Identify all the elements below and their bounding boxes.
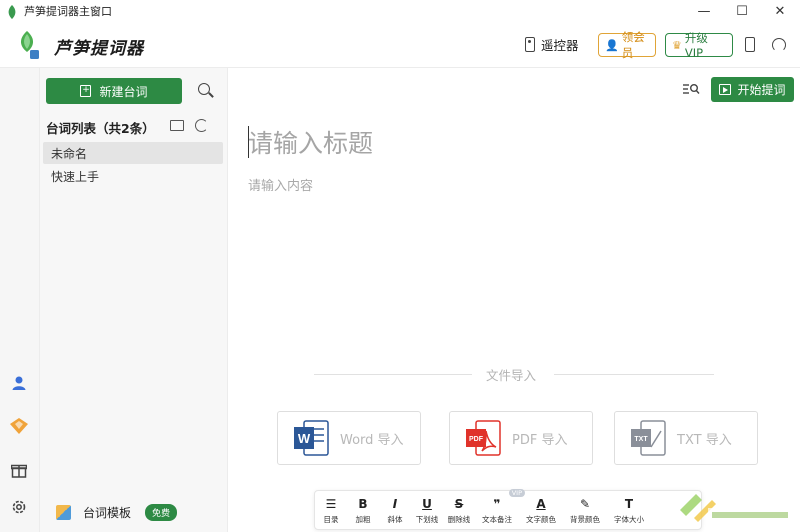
italic-label: 斜体 bbox=[387, 514, 403, 524]
play-icon bbox=[719, 84, 732, 95]
toc-label: 目录 bbox=[323, 514, 339, 524]
strikethrough-button[interactable]: S 删除线 bbox=[443, 491, 475, 529]
strikethrough-icon: S bbox=[454, 496, 464, 511]
font-size-label: 字体大小 bbox=[614, 514, 644, 524]
text-color-label: 文字颜色 bbox=[526, 514, 556, 524]
add-file-icon: + bbox=[80, 85, 92, 97]
svg-text:PDF: PDF bbox=[469, 436, 484, 443]
pdf-import-label: PDF 导入 bbox=[512, 432, 568, 448]
crown-icon: ♛ bbox=[672, 38, 682, 52]
highlight-icon: ✎ bbox=[579, 496, 591, 511]
add-folder-icon[interactable] bbox=[170, 120, 184, 131]
script-sidebar: + 新建台词 台词列表（共2条） 未命名 快速上手 台词模板 免费 bbox=[40, 68, 228, 532]
text-color-button[interactable]: A 文字颜色 bbox=[519, 491, 563, 529]
bold-button[interactable]: B 加粗 bbox=[347, 491, 379, 529]
editor-area: 开始提词 请输入标题 请输入内容 文件导入 W Word 导入 PDF PDF … bbox=[228, 68, 800, 532]
italic-button[interactable]: I 斜体 bbox=[379, 491, 411, 529]
file-import-label: 文件导入 bbox=[486, 368, 537, 383]
upgrade-vip-button[interactable]: ♛ 升级VIP bbox=[665, 31, 733, 60]
title-bar: 芦笋提词器主窗口 — ☐ ✕ bbox=[0, 0, 800, 22]
svg-text:TXT: TXT bbox=[634, 436, 648, 443]
template-cube-icon bbox=[56, 505, 71, 520]
format-toolbar: ☰ 目录 B 加粗 I 斜体 U 下划线 S 删除线 ❞ 文本备注 VIP A … bbox=[314, 489, 702, 530]
settings-gear-icon[interactable] bbox=[10, 498, 28, 516]
template-label: 台词模板 bbox=[83, 506, 132, 520]
phone-icon[interactable] bbox=[745, 37, 755, 52]
list-icon: ☰ bbox=[325, 496, 337, 511]
italic-icon: I bbox=[392, 496, 398, 511]
asparagus-logo-icon bbox=[14, 30, 40, 60]
remote-control-button[interactable]: 遥控器 bbox=[525, 35, 579, 54]
maximize-button[interactable]: ☐ bbox=[724, 0, 760, 22]
script-templates-link[interactable]: 台词模板 免费 bbox=[56, 504, 178, 521]
remote-label: 遥控器 bbox=[541, 38, 579, 53]
window-title: 芦笋提词器主窗口 bbox=[24, 5, 112, 18]
script-list-title: 台词列表（共2条） bbox=[46, 121, 155, 136]
refresh-icon[interactable] bbox=[195, 119, 208, 132]
headset-icon[interactable] bbox=[772, 38, 786, 52]
txt-icon: TXT bbox=[629, 419, 667, 457]
minimize-button[interactable]: — bbox=[686, 0, 722, 22]
text-color-icon: A bbox=[536, 496, 546, 511]
start-prompting-button[interactable]: 开始提词 bbox=[711, 77, 794, 102]
vip-diamond-icon[interactable] bbox=[10, 417, 28, 435]
divider-left bbox=[314, 374, 472, 375]
start-prompting-label: 开始提词 bbox=[737, 83, 786, 97]
toc-button[interactable]: ☰ 目录 bbox=[315, 491, 347, 529]
pdf-icon: PDF bbox=[464, 419, 502, 457]
background-color-label: 背景颜色 bbox=[570, 514, 600, 524]
txt-import-button[interactable]: TXT TXT 导入 bbox=[614, 411, 758, 465]
member-label: 领会员 bbox=[621, 30, 645, 60]
quote-icon: ❞ bbox=[493, 496, 501, 511]
title-input[interactable]: 请输入标题 bbox=[248, 124, 373, 160]
site-watermark bbox=[672, 484, 800, 532]
find-in-text-icon[interactable] bbox=[682, 82, 700, 99]
app-header: 芦笋提词器 遥控器 👤 领会员 ♛ 升级VIP bbox=[0, 22, 800, 68]
underline-button[interactable]: U 下划线 bbox=[411, 491, 443, 529]
underline-icon: U bbox=[422, 496, 432, 511]
new-script-label: 新建台词 bbox=[99, 84, 148, 99]
bold-label: 加粗 bbox=[355, 514, 371, 524]
remote-icon bbox=[525, 37, 535, 52]
app-logo-icon bbox=[6, 4, 18, 19]
font-size-button[interactable]: T 字体大小 bbox=[607, 491, 651, 529]
close-button[interactable]: ✕ bbox=[762, 0, 798, 22]
left-rail bbox=[0, 68, 40, 532]
word-import-button[interactable]: W Word 导入 bbox=[277, 411, 421, 465]
gift-icon[interactable] bbox=[10, 461, 28, 479]
text-note-label: 文本备注 bbox=[482, 514, 512, 524]
pdf-import-button[interactable]: PDF PDF 导入 bbox=[449, 411, 593, 465]
font-size-icon: T bbox=[624, 496, 634, 511]
divider-right bbox=[554, 374, 714, 375]
background-color-button[interactable]: ✎ 背景颜色 bbox=[563, 491, 607, 529]
txt-import-label: TXT 导入 bbox=[677, 432, 732, 448]
word-import-label: Word 导入 bbox=[340, 432, 404, 448]
free-badge: 免费 bbox=[145, 504, 178, 521]
user-plus-icon: 👤 bbox=[605, 38, 619, 52]
list-item-quick-start[interactable]: 快速上手 bbox=[43, 165, 223, 187]
text-note-button[interactable]: ❞ 文本备注 VIP bbox=[475, 489, 525, 529]
bold-icon: B bbox=[358, 496, 368, 511]
word-icon: W bbox=[292, 419, 330, 457]
get-membership-button[interactable]: 👤 领会员 bbox=[598, 30, 656, 60]
user-icon[interactable] bbox=[10, 374, 28, 392]
svg-text:W: W bbox=[298, 431, 311, 446]
content-input[interactable]: 请输入内容 bbox=[248, 175, 313, 194]
search-icon[interactable] bbox=[198, 83, 210, 95]
strikethrough-label: 删除线 bbox=[447, 514, 471, 524]
brand-name: 芦笋提词器 bbox=[54, 39, 144, 59]
new-script-button[interactable]: + 新建台词 bbox=[46, 78, 182, 104]
list-item-untitled[interactable]: 未命名 bbox=[43, 142, 223, 164]
vip-label: 升级VIP bbox=[684, 31, 708, 60]
underline-label: 下划线 bbox=[415, 514, 439, 524]
